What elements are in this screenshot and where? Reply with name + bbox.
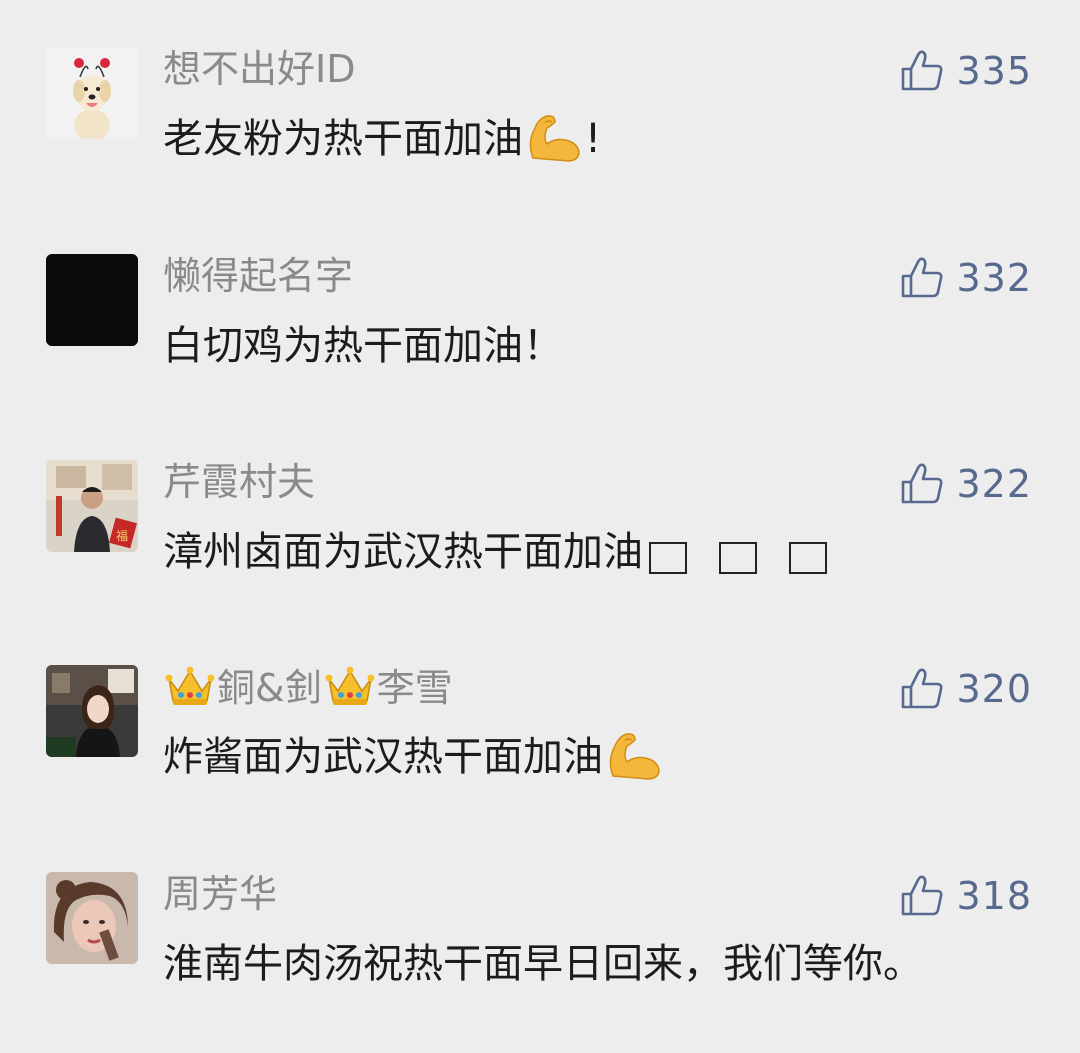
comment-text-suffix: ! xyxy=(585,116,602,162)
avatar[interactable] xyxy=(46,872,138,964)
like-button[interactable]: 332 xyxy=(900,256,1032,300)
comment-text: 炸酱面为武汉热干面加油 xyxy=(163,725,1003,801)
comment-text-body: 漳州卤面为武汉热干面加油 xyxy=(163,529,643,575)
username[interactable]: 想不出好ID xyxy=(163,47,355,91)
comment-item: 銅&釗 李雪 320 炸酱面为武汉热干面加油 xyxy=(0,665,1080,865)
comment-text: 白切鸡为热干面加油！ xyxy=(163,323,563,369)
username-part: 李雪 xyxy=(376,666,453,710)
like-count: 332 xyxy=(956,256,1032,300)
thumbs-up-icon xyxy=(902,257,943,298)
comment-list: 想不出好ID 335 老友粉为热干面加油 ! 懒得起名字 332 白切鸡为热干面… xyxy=(0,0,1080,1053)
username[interactable]: 銅&釗 李雪 xyxy=(163,665,453,710)
like-count: 335 xyxy=(956,49,1032,93)
comment-item: 懒得起名字 332 白切鸡为热干面加油！ xyxy=(0,254,1080,454)
comment-item: 周芳华 318 淮南牛肉汤祝热干面早日回来，我们等你。 xyxy=(0,872,1080,1053)
username[interactable]: 懒得起名字 xyxy=(163,254,353,298)
username-part: 銅&釗 xyxy=(217,666,323,710)
thumbs-up-icon xyxy=(902,50,943,91)
like-button[interactable]: 320 xyxy=(900,667,1032,711)
comment-text: 老友粉为热干面加油 ! xyxy=(163,107,1003,183)
missing-glyph-icon xyxy=(649,542,687,574)
avatar[interactable]: 福 xyxy=(46,460,138,552)
svg-text:福: 福 xyxy=(116,528,128,543)
thumbs-up-icon xyxy=(902,875,943,916)
comment-text: 漳州卤面为武汉热干面加油 xyxy=(163,520,1003,588)
missing-glyph-boxes xyxy=(643,524,853,588)
like-count: 322 xyxy=(956,462,1032,506)
username[interactable]: 芹霞村夫 xyxy=(163,460,315,504)
like-button[interactable]: 322 xyxy=(900,462,1032,506)
crown-icon xyxy=(165,665,215,716)
crown-icon xyxy=(325,665,375,716)
like-count: 320 xyxy=(956,667,1032,711)
comment-item: 福 芹霞村夫 322 漳州卤面为武汉热干面加油 xyxy=(0,460,1080,660)
flexed-biceps-icon xyxy=(605,730,663,801)
comment-text-body: 老友粉为热干面加油 xyxy=(163,116,523,162)
avatar[interactable] xyxy=(46,47,138,139)
comment-text: 淮南牛肉汤祝热干面早日回来，我们等你。 xyxy=(163,941,923,987)
missing-glyph-icon xyxy=(719,542,757,574)
avatar[interactable] xyxy=(46,254,138,346)
username[interactable]: 周芳华 xyxy=(163,872,277,916)
comment-item: 想不出好ID 335 老友粉为热干面加油 ! xyxy=(0,47,1080,247)
thumbs-up-icon xyxy=(902,463,943,504)
thumbs-up-icon xyxy=(902,668,943,709)
like-count: 318 xyxy=(956,874,1032,918)
avatar[interactable] xyxy=(46,665,138,757)
missing-glyph-icon xyxy=(789,542,827,574)
like-button[interactable]: 335 xyxy=(900,49,1032,93)
like-button[interactable]: 318 xyxy=(900,874,1032,918)
flexed-biceps-icon xyxy=(525,112,583,183)
comment-text-body: 炸酱面为武汉热干面加油 xyxy=(163,734,603,780)
